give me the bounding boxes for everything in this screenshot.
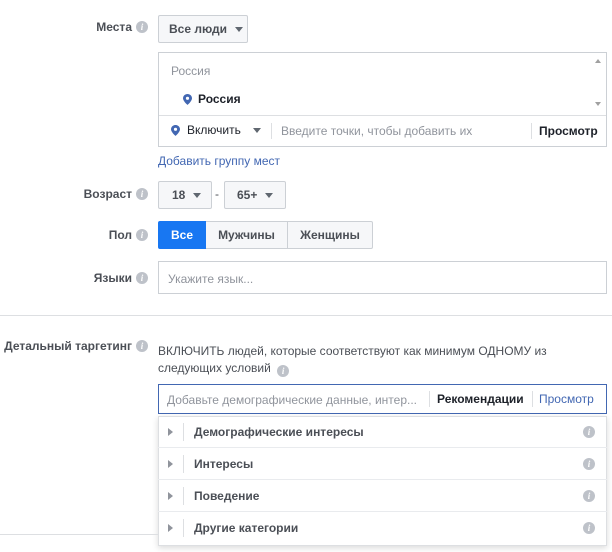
age-min-select[interactable]: 18 [158,181,212,209]
gender-label: Пол [108,228,132,242]
location-list-scrollbar[interactable] [591,53,606,114]
detailed-targeting-description: ВКЛЮЧИТЬ людей, которые соответствуют ка… [158,343,598,377]
include-select-divider [271,123,272,139]
map-pin-icon [183,93,192,105]
detailed-targeting-input[interactable]: Добавьте демографические данные, интер..… [158,384,607,414]
suggestions-button[interactable]: Рекомендации [437,392,524,406]
chevron-down-icon [265,192,274,198]
category-label: Поведение [194,488,260,503]
bottom-divider [0,534,158,535]
detailed-targeting-info-icon[interactable]: i [136,340,148,352]
location-list-box: Россия Россия Включить Введите точки, чт… [158,52,607,147]
selected-location[interactable]: Россия [183,92,241,106]
category-label: Интересы [194,456,254,471]
location-list-divider [159,115,606,116]
location-browse-button[interactable]: Просмотр [539,124,598,138]
age-max-select[interactable]: 65+ [224,181,286,209]
expand-arrow-icon [168,427,173,436]
languages-input[interactable]: Укажите язык... [158,261,607,294]
age-max-value: 65+ [237,188,258,202]
browse-divider [532,391,533,407]
category-label: Демографические интересы [194,424,364,439]
category-info-icon[interactable]: i [583,490,595,502]
locations-label: Места [96,20,132,34]
gender-option-all[interactable]: Все [158,221,206,249]
age-min-value: 18 [172,188,186,202]
languages-input-placeholder: Укажите язык... [168,272,254,286]
selected-location-label: Россия [198,92,241,106]
audience-select-value: Все люди [169,22,228,36]
browse-divider [531,123,532,139]
detailed-targeting-description-info-icon[interactable]: i [277,365,290,377]
map-pin-icon [171,124,180,136]
chevron-down-icon [193,192,202,198]
audience-select[interactable]: Все люди [158,15,248,43]
languages-label: Языки [93,271,132,285]
age-info-icon[interactable]: i [136,188,148,200]
age-label: Возраст [83,187,132,201]
detailed-targeting-input-placeholder: Добавьте демографические данные, интер..… [167,393,417,407]
category-row[interactable]: Интересы i [158,448,607,480]
expand-arrow-icon [168,524,173,532]
gender-option-female[interactable]: Женщины [288,221,373,249]
category-info-icon[interactable]: i [583,522,595,534]
category-label: Другие категории [194,521,299,535]
category-row[interactable]: Поведение i [158,480,607,512]
include-select[interactable]: Включить [171,123,261,137]
location-list-header: Россия [171,64,211,78]
row-divider [183,422,184,441]
expand-arrow-icon [168,459,173,468]
expand-arrow-icon [168,491,173,500]
location-search-input[interactable]: Введите точки, чтобы добавить их [281,124,529,138]
category-row[interactable]: Другие категории i [158,512,607,544]
gender-toggle-group: Все Мужчины Женщины [158,221,373,249]
detailed-targeting-description-text: ВКЛЮЧИТЬ людей, которые соответствуют ка… [158,344,547,375]
scroll-down-arrow-icon[interactable] [595,102,601,106]
chevron-down-icon [235,26,244,32]
row-divider [183,519,184,537]
category-info-icon[interactable]: i [583,458,595,470]
row-divider [183,454,184,473]
add-location-group-link[interactable]: Добавить группу мест [158,154,280,168]
row-divider [183,486,184,505]
locations-info-icon[interactable]: i [136,21,148,33]
gender-info-icon[interactable]: i [136,229,148,241]
languages-info-icon[interactable]: i [136,272,148,284]
chevron-down-icon [252,127,261,133]
category-row[interactable]: Демографические интересы i [158,416,607,448]
age-range-dash: - [215,187,219,201]
section-divider [0,315,612,316]
scroll-up-arrow-icon[interactable] [595,59,601,63]
include-select-label: Включить [187,123,241,137]
detailed-targeting-label: Детальный таргетинг [4,339,132,353]
suggestions-divider [429,391,430,407]
targeting-browse-button[interactable]: Просмотр [539,392,594,406]
category-info-icon[interactable]: i [583,426,595,438]
gender-option-male[interactable]: Мужчины [206,221,288,249]
